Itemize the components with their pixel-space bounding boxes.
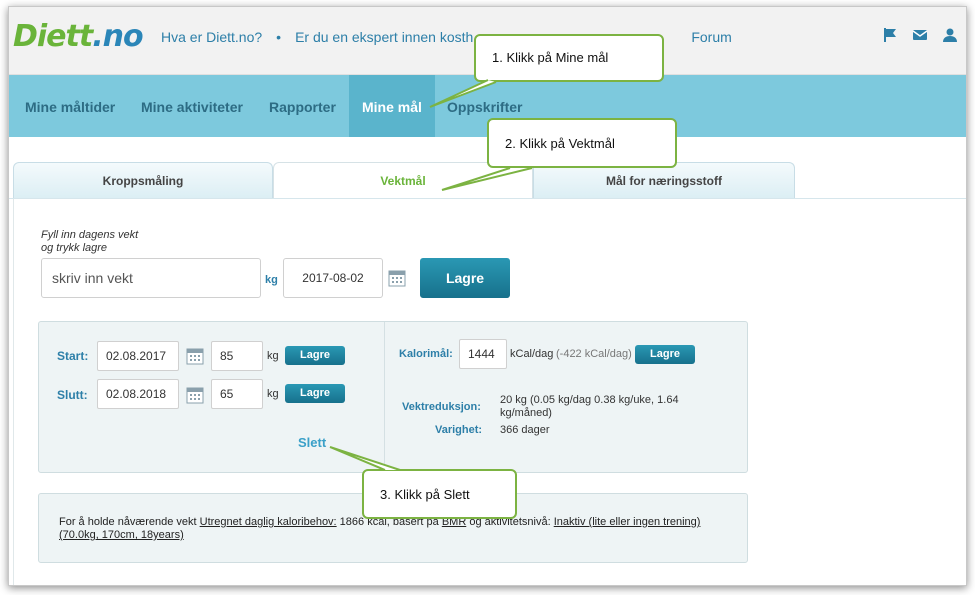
end-date-field[interactable]: 02.08.2018 [97, 379, 179, 409]
start-weight-unit: kg [267, 350, 279, 362]
nav-item-rapporter[interactable]: Rapporter [269, 99, 336, 115]
panel-divider [384, 322, 385, 472]
content-border [13, 199, 14, 585]
save-calorie-button[interactable]: Lagre [635, 345, 695, 364]
reduction-label: Vektreduksjon: [402, 401, 481, 413]
weight-hint: Fyll inn dagens vekt og trykk lagre [41, 229, 138, 255]
save-end-button[interactable]: Lagre [285, 384, 345, 403]
info-text: For å holde nåværende vekt Utregnet dagl… [59, 516, 719, 542]
start-weight-field[interactable]: 85 [211, 341, 263, 371]
reduction-line2: kg/måned) [500, 407, 552, 419]
reduction-value: 20 kg (0.05 kg/dag 0.38 kg/uke, 1.64 kg/… [500, 394, 710, 420]
nav-item-mine-mal-label: Mine mål [362, 99, 422, 115]
nav-item-mine-maltider[interactable]: Mine måltider [25, 99, 115, 115]
info-prefix: For å holde nåværende vekt [59, 516, 200, 528]
site-logo[interactable]: Diett.no [13, 19, 144, 54]
callout-step3: 3. Klikk på Slett [362, 469, 517, 519]
calorie-label: Kalorimål: [399, 348, 453, 360]
info-link-calorie-need[interactable]: Utregnet daglig kaloribehov: [200, 516, 337, 528]
end-label: Slutt: [57, 388, 88, 402]
nav-item-mine-mal[interactable]: Mine mål [349, 75, 435, 137]
flag-icon[interactable] [882, 27, 898, 43]
tab-divider [9, 198, 966, 199]
date-input[interactable]: 2017-08-02 [283, 258, 383, 298]
tab-kroppsmaling[interactable]: Kroppsmåling [13, 162, 273, 199]
top-nav-link-expert[interactable]: Er du en ekspert innen kosth [295, 29, 473, 45]
calendar-icon[interactable] [388, 269, 406, 287]
calorie-field[interactable]: 1444 [459, 339, 507, 369]
top-nav-link-forum[interactable]: Forum [691, 29, 731, 45]
info-link-profile[interactable]: (70.0kg, 170cm, 18years) [59, 529, 184, 541]
mail-icon[interactable] [912, 27, 928, 43]
browser-frame: Diett.no Hva er Diett.no? • Er du en ekspe… [8, 6, 967, 586]
weight-hint-line2: og trykk lagre [41, 242, 108, 254]
save-start-button[interactable]: Lagre [285, 346, 345, 365]
nav-item-mine-aktiviteter[interactable]: Mine aktiviteter [141, 99, 243, 115]
calorie-unit: kCal/dag [510, 348, 554, 360]
callout-step1: 1. Klikk på Mine mål [474, 34, 664, 82]
duration-value: 366 dager [500, 424, 550, 436]
start-date-field[interactable]: 02.08.2017 [97, 341, 179, 371]
top-nav-link-about[interactable]: Hva er Diett.no? [161, 29, 262, 45]
weight-input[interactable]: skriv inn vekt [41, 258, 261, 298]
info-link-activity[interactable]: Inaktiv (lite eller ingen trening) [554, 516, 701, 528]
start-calendar-icon[interactable] [186, 347, 204, 365]
end-weight-field[interactable]: 65 [211, 379, 263, 409]
start-label: Start: [57, 349, 89, 363]
nav-separator: • [276, 29, 282, 45]
top-icons [882, 27, 958, 43]
delete-link[interactable]: Slett [298, 435, 326, 450]
calorie-diff: (-422 kCal/dag) [556, 348, 632, 360]
save-weight-button[interactable]: Lagre [420, 258, 510, 298]
logo-part-no: .no [92, 19, 143, 54]
callout-step2: 2. Klikk på Vektmål [487, 118, 677, 168]
end-calendar-icon[interactable] [186, 386, 204, 404]
logo-part-diett: Diett [13, 19, 93, 54]
reduction-line1: 20 kg (0.05 kg/dag 0.38 kg/uke, 1.64 [500, 394, 679, 406]
end-weight-unit: kg [267, 388, 279, 400]
duration-label: Varighet: [435, 424, 483, 436]
weight-unit: kg [265, 274, 278, 286]
weight-hint-line1: Fyll inn dagens vekt [41, 229, 139, 241]
nav-item-oppskrifter[interactable]: Oppskrifter [447, 99, 522, 115]
user-icon[interactable] [942, 27, 958, 43]
